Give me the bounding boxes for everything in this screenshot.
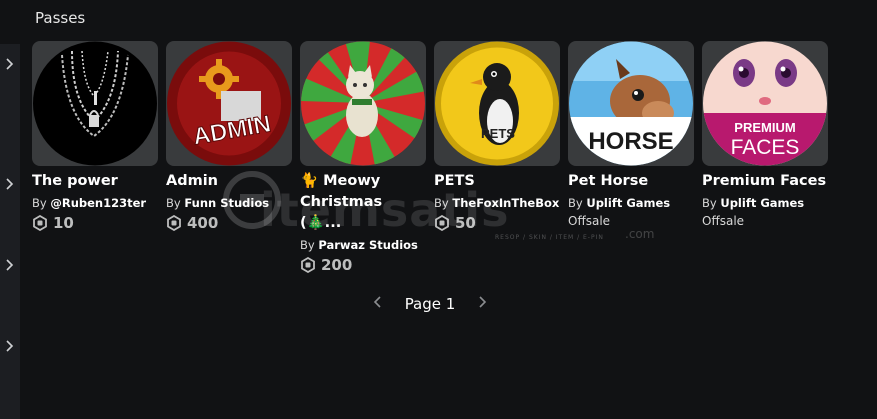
pass-creator: By Funn Studios bbox=[166, 196, 270, 210]
admin-gear-icon: ADMIN bbox=[167, 41, 291, 166]
svg-text:FACES: FACES bbox=[731, 136, 800, 159]
pass-name[interactable]: Pet Horse bbox=[568, 171, 694, 192]
pass-creator: By @Ruben123ter bbox=[32, 196, 147, 210]
price-value: 200 bbox=[321, 256, 353, 274]
rail-expand-icon[interactable] bbox=[3, 56, 15, 72]
creator-link[interactable]: Uplift Games bbox=[586, 196, 670, 210]
pass-card[interactable]: PREMIUM FACES Premium Faces By Uplift Ga… bbox=[702, 41, 828, 228]
watermark-tagline: RESOP / SKIN / ITEM / E-PIN bbox=[495, 234, 604, 241]
pass-thumbnail[interactable] bbox=[300, 41, 426, 166]
rail-expand-icon[interactable] bbox=[3, 257, 15, 273]
pass-creator: By Uplift Games bbox=[702, 196, 805, 210]
rail-expand-icon[interactable] bbox=[3, 338, 15, 354]
price-value: 10 bbox=[53, 214, 74, 232]
necklace-chain-icon bbox=[33, 41, 157, 166]
svg-text:PETS: PETS bbox=[481, 126, 515, 141]
chevron-left-icon bbox=[373, 296, 381, 308]
creator-link[interactable]: @Ruben123ter bbox=[50, 196, 146, 210]
watermark-domain: .com bbox=[625, 227, 655, 241]
creator-link[interactable]: Parwaz Studios bbox=[318, 238, 418, 252]
creator-link[interactable]: TheFoxInTheBox bbox=[452, 196, 559, 210]
pass-creator: By Parwaz Studios bbox=[300, 238, 418, 252]
pass-card[interactable]: HORSE Pet Horse By Uplift Games Offsale bbox=[568, 41, 694, 228]
christmas-cat-icon bbox=[301, 41, 425, 166]
side-rail bbox=[0, 44, 20, 419]
pass-name[interactable]: Admin bbox=[166, 171, 292, 192]
section-title: Passes bbox=[35, 9, 86, 27]
chevron-right-icon bbox=[479, 296, 487, 308]
pass-price: 200 bbox=[300, 256, 426, 274]
price-value: 400 bbox=[187, 214, 219, 232]
robux-icon bbox=[167, 215, 181, 231]
next-page-button[interactable] bbox=[474, 294, 490, 314]
offsale-label: Offsale bbox=[702, 214, 745, 228]
creator-link[interactable]: Funn Studios bbox=[184, 196, 269, 210]
pass-card[interactable]: 🐈 Meowy Christmas (🎄... By Parwaz Studio… bbox=[300, 41, 426, 274]
pass-card[interactable]: The power By @Ruben123ter 10 bbox=[32, 41, 158, 232]
pass-thumbnail[interactable] bbox=[32, 41, 158, 166]
pass-price: 10 bbox=[32, 214, 158, 232]
robux-icon bbox=[301, 257, 315, 273]
pass-card[interactable]: ADMIN Admin By Funn Studios 400 bbox=[166, 41, 292, 232]
pass-creator: By Uplift Games bbox=[568, 196, 671, 210]
horse-icon: HORSE bbox=[569, 41, 693, 166]
pass-price: 400 bbox=[166, 214, 292, 232]
robux-icon bbox=[33, 215, 47, 231]
svg-text:HORSE: HORSE bbox=[588, 128, 673, 155]
pass-name[interactable]: Premium Faces bbox=[702, 171, 828, 192]
offsale-label: Offsale bbox=[568, 214, 611, 228]
pass-thumbnail[interactable]: PREMIUM FACES bbox=[702, 41, 828, 166]
pass-name[interactable]: The power bbox=[32, 171, 158, 192]
svg-text:PREMIUM: PREMIUM bbox=[734, 120, 795, 135]
pass-thumbnail[interactable]: HORSE bbox=[568, 41, 694, 166]
pass-price: 50 bbox=[434, 214, 560, 232]
pass-thumbnail[interactable]: ADMIN bbox=[166, 41, 292, 166]
robux-icon bbox=[435, 215, 449, 231]
pass-thumbnail[interactable]: PETS bbox=[434, 41, 560, 166]
pass-card[interactable]: PETS PETS By TheFoxInTheBox 50 bbox=[434, 41, 560, 232]
rail-expand-icon[interactable] bbox=[3, 176, 15, 192]
price-value: 50 bbox=[455, 214, 476, 232]
pass-name[interactable]: 🐈 Meowy Christmas (🎄... bbox=[300, 171, 426, 234]
prev-page-button[interactable] bbox=[370, 294, 386, 314]
anime-face-icon: PREMIUM FACES bbox=[703, 41, 827, 166]
pagination: Page 1 bbox=[370, 292, 490, 316]
creator-link[interactable]: Uplift Games bbox=[720, 196, 804, 210]
pass-creator: By TheFoxInTheBox bbox=[434, 196, 560, 210]
page-label: Page 1 bbox=[404, 295, 456, 313]
pass-name[interactable]: PETS bbox=[434, 171, 560, 192]
penguin-icon: PETS bbox=[435, 41, 559, 166]
